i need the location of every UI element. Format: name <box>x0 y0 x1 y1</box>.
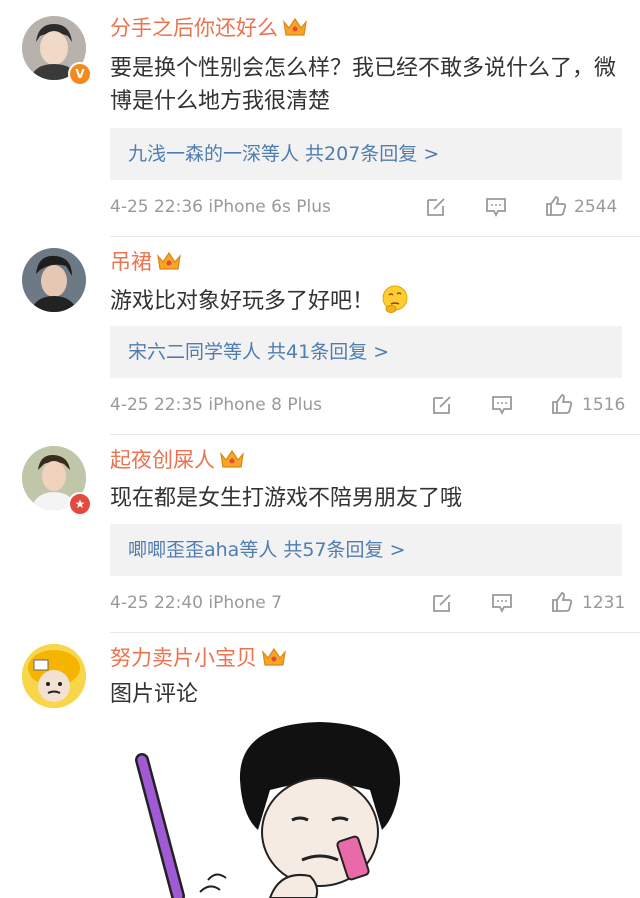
comment-icon[interactable] <box>490 393 514 417</box>
username[interactable]: 吊裙 <box>110 248 182 276</box>
like-icon[interactable] <box>550 590 574 614</box>
username-text[interactable]: 吊裙 <box>110 250 152 274</box>
replies-link[interactable]: 九浅一森的一深等人 共207条回复 > <box>110 128 622 180</box>
replies-link[interactable]: 唧唧歪歪aha等人 共57条回复 > <box>110 524 622 576</box>
username-text[interactable]: 起夜创屎人 <box>110 448 215 472</box>
like-count: 2544 <box>574 197 618 217</box>
like-count: 1516 <box>582 395 626 415</box>
divider <box>110 434 640 435</box>
username-text[interactable]: 分手之后你还好么 <box>110 16 278 40</box>
avatar[interactable] <box>22 644 86 708</box>
comment-meta: 4-25 22:40 iPhone 7 <box>110 593 282 613</box>
crown-icon <box>220 449 244 468</box>
comment-image-meme[interactable] <box>120 720 440 898</box>
comment-meta: 4-25 22:35 iPhone 8 Plus <box>110 395 322 415</box>
comment-icon[interactable] <box>490 591 514 615</box>
verified-badge: V <box>68 62 92 86</box>
username[interactable]: 起夜创屎人 <box>110 446 245 474</box>
comment-text: 图片评论 <box>110 682 199 707</box>
like-count: 1231 <box>582 593 626 613</box>
thinking-emoji-icon <box>382 285 408 313</box>
like-icon[interactable] <box>550 392 574 416</box>
comment-meta: 4-25 22:36 iPhone 6s Plus <box>110 197 331 217</box>
comment-text: 游戏比对象好玩多了好吧！ <box>110 284 618 318</box>
verified-badge: ★ <box>68 492 92 516</box>
like-icon[interactable] <box>544 194 568 218</box>
comment-text: 现在都是女生打游戏不陪男朋友了哦 <box>110 486 463 511</box>
divider <box>110 236 640 237</box>
divider <box>110 632 640 633</box>
share-icon[interactable] <box>424 195 448 219</box>
avatar-portrait-icon <box>22 248 86 312</box>
replies-link[interactable]: 宋六二同学等人 共41条回复 > <box>110 326 622 378</box>
username[interactable]: 努力卖片小宝贝 <box>110 644 287 672</box>
comment-text: 要是换个性别会怎么样？我已经不敢多说什么了，微博是什么地方我很清楚 <box>110 56 617 114</box>
crown-icon <box>157 251 181 270</box>
avatar-meme-icon <box>22 644 86 708</box>
crown-icon <box>262 647 286 666</box>
avatar[interactable] <box>22 248 86 312</box>
crown-icon <box>283 17 307 36</box>
username[interactable]: 分手之后你还好么 <box>110 14 308 42</box>
comment-text-content: 游戏比对象好玩多了好吧！ <box>110 289 375 314</box>
comment-icon[interactable] <box>484 195 508 219</box>
share-icon[interactable] <box>430 591 454 615</box>
username-text[interactable]: 努力卖片小宝贝 <box>110 646 257 670</box>
share-icon[interactable] <box>430 393 454 417</box>
